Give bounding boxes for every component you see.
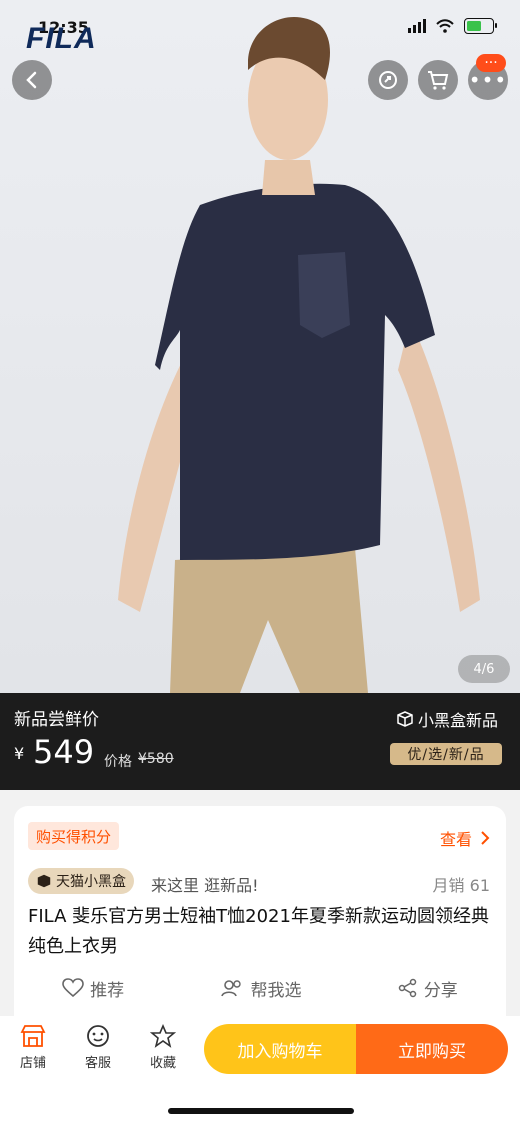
- wifi-icon: [436, 19, 454, 33]
- back-icon: [26, 71, 37, 89]
- original-price: ¥580: [138, 751, 174, 767]
- help-choose-button[interactable]: 帮我选: [220, 970, 301, 1006]
- people-icon: [221, 980, 242, 997]
- product-actions: 推荐 帮我选 分享: [14, 970, 506, 1006]
- buy-now-button[interactable]: 立即购买: [356, 1024, 508, 1074]
- back-button[interactable]: [12, 60, 52, 100]
- heart-icon: [62, 978, 84, 998]
- promo-title: 新品尝鲜价: [14, 710, 99, 730]
- share-icon: [398, 978, 417, 998]
- currency-symbol: ¥: [14, 744, 25, 763]
- recommend-button[interactable]: 推荐: [62, 970, 124, 1006]
- service-icon: [87, 1025, 109, 1047]
- product-info-card: 购买得积分 查看 天猫小黑盒 来这里 逛新品! 月销 61 FILA 斐乐官方男…: [14, 806, 506, 1016]
- gallery-pager: 4/6: [458, 655, 510, 683]
- promo-price: 549: [33, 733, 95, 771]
- signal-icon: [408, 19, 426, 33]
- share-button[interactable]: 分享: [398, 970, 458, 1006]
- product-photo: [118, 17, 480, 693]
- share-refresh-icon: [379, 71, 397, 89]
- tmall-box-badge[interactable]: 天猫小黑盒: [28, 868, 134, 894]
- promo-banner: 新品尝鲜价 ¥ 549 价格 ¥580 小黑盒新品 优/选/新/品: [0, 693, 520, 790]
- cart-button[interactable]: [418, 60, 458, 100]
- bottom-action-bar: 店铺 客服 收藏 加入购物车 立即购买: [0, 1016, 520, 1125]
- product-title: FILA 斐乐官方男士短袖T恤2021年夏季新款运动圆领经典纯色上衣男: [28, 906, 489, 957]
- add-to-cart-button[interactable]: 加入购物车: [204, 1024, 356, 1074]
- service-button[interactable]: 客服: [73, 1024, 123, 1071]
- promo-tag: 优/选/新/品: [390, 743, 502, 765]
- points-badge[interactable]: 购买得积分: [28, 822, 120, 850]
- store-icon: [20, 1025, 46, 1047]
- box-icon: [397, 711, 413, 727]
- chevron-right-icon: [481, 831, 490, 845]
- product-image-gallery[interactable]: 12:35 FILA ••• ··· 4/6: [0, 0, 520, 693]
- battery-icon: [464, 18, 497, 34]
- invite-text: 来这里 逛新品!: [151, 876, 259, 895]
- cart-icon: [428, 71, 449, 90]
- brand-logo: FILA: [26, 22, 97, 55]
- status-icons: [408, 18, 497, 34]
- box-icon: [37, 874, 51, 888]
- star-icon: [150, 1024, 176, 1048]
- view-more-link[interactable]: 查看: [440, 826, 490, 850]
- monthly-sales: 月销 61: [432, 876, 490, 895]
- brand-label: 小黑盒新品: [396, 707, 498, 731]
- original-price-label: 价格: [104, 754, 132, 770]
- refresh-share-button[interactable]: [368, 60, 408, 100]
- favorite-button[interactable]: 收藏: [138, 1024, 188, 1071]
- notification-badge: ···: [476, 54, 506, 72]
- home-indicator: [168, 1108, 354, 1114]
- store-button[interactable]: 店铺: [8, 1024, 58, 1071]
